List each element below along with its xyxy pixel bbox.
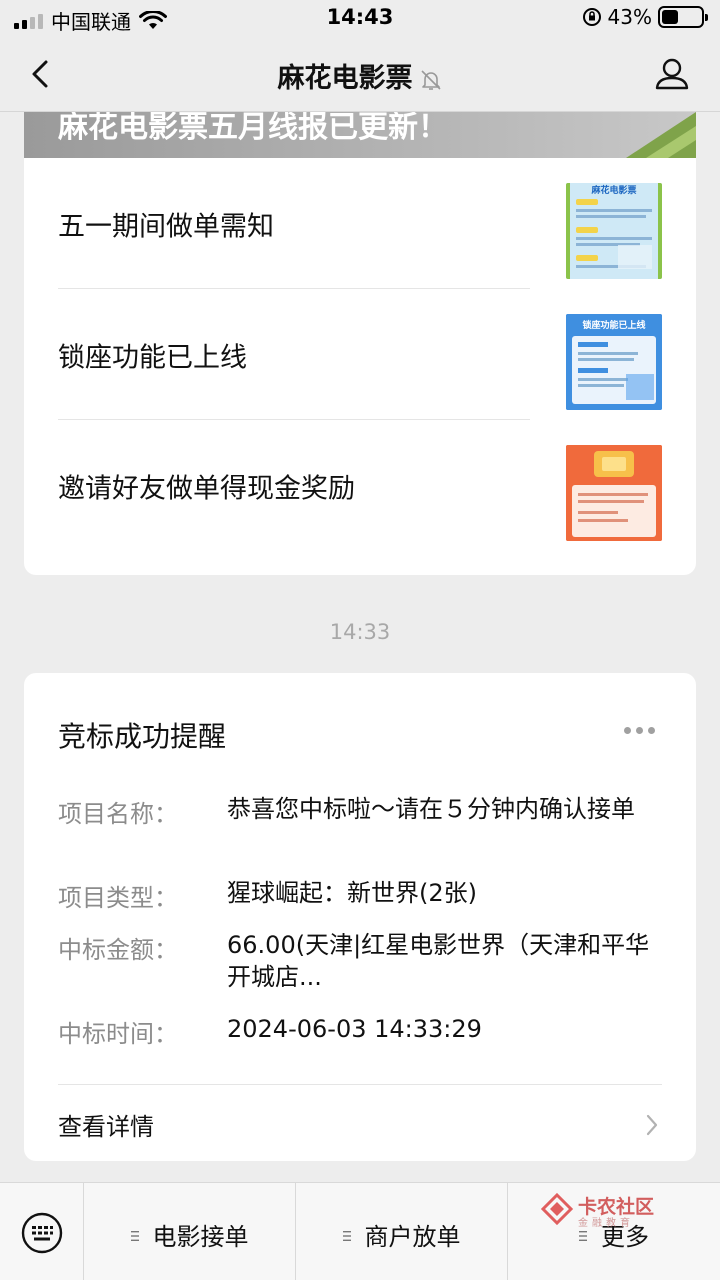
article-thumbnail: [566, 445, 662, 541]
thumbnail-caption: 麻花电影票: [590, 184, 636, 196]
message-timestamp: 14:33: [329, 620, 391, 644]
menu-list-icon: [130, 1231, 139, 1241]
article-title: 锁座功能已上线: [58, 342, 247, 373]
battery-percent: 43%: [607, 5, 652, 29]
battery-fill: [662, 10, 679, 24]
field-label: 中标时间：: [58, 1020, 178, 1048]
more-options-icon[interactable]: [624, 723, 658, 737]
article-item[interactable]: 邀请好友做单得现金奖励: [58, 420, 662, 551]
field-value: 66.00(天津|红星电影世界（天津和平华开城店...: [227, 931, 650, 991]
field-label: 中标金额：: [58, 936, 178, 964]
nav-bar: 麻花电影票: [0, 36, 720, 112]
menu-tab-label: 商户放单: [364, 1223, 461, 1251]
keyboard-icon: [21, 1212, 63, 1254]
watermark: 卡农社区 金融教育: [540, 1192, 670, 1232]
watermark-logo-icon: [540, 1192, 574, 1226]
article-card[interactable]: 麻花电影票五月线报已更新！ 五一期间做单需知 麻花电影票 锁座功能已上线 锁座功…: [24, 112, 696, 575]
field-label: 项目类型：: [58, 884, 178, 912]
watermark-subtext: 金融教育: [578, 1218, 634, 1229]
article-item[interactable]: 五一期间做单需知 麻花电影票: [58, 158, 662, 289]
mute-bell-icon: [420, 69, 441, 90]
article-item[interactable]: 锁座功能已上线 锁座功能已上线: [58, 289, 662, 420]
banner-text: 麻花电影票五月线报已更新！: [58, 112, 448, 145]
notice-title: 竞标成功提醒: [58, 720, 227, 753]
status-right: 43%: [582, 5, 708, 29]
view-details-link[interactable]: 查看详情: [58, 1085, 662, 1161]
menu-list-icon: [342, 1231, 351, 1241]
page-title-text: 麻花电影票: [277, 63, 413, 94]
banner-decoration: [626, 112, 696, 158]
profile-icon[interactable]: [652, 54, 692, 94]
chevron-right-icon: [646, 1114, 658, 1136]
article-thumbnail: 锁座功能已上线: [566, 314, 662, 410]
page-title: 麻花电影票: [0, 56, 720, 95]
field-value: 恭喜您中标啦～请在５分钟内确认接单: [227, 795, 635, 823]
status-bar: 中国联通 14:43 43%: [0, 0, 720, 36]
orientation-lock-icon: [582, 8, 601, 26]
menu-tab-merchant-orders[interactable]: 商户放单: [296, 1183, 508, 1280]
battery-icon: [658, 6, 708, 28]
menu-tab-label: 电影接单: [152, 1223, 249, 1251]
article-thumbnail: 麻花电影票: [566, 183, 662, 279]
field-value: 2024-06-03 14:33:29: [227, 1015, 482, 1043]
article-title: 五一期间做单需知: [58, 211, 274, 242]
notice-card[interactable]: 竞标成功提醒 项目名称： 恭喜您中标啦～请在５分钟内确认接单 项目类型： 猩球崛…: [24, 673, 696, 1161]
field-value: 猩球崛起：新世界(2张): [227, 879, 477, 907]
view-details-label: 查看详情: [58, 1113, 154, 1141]
article-title: 邀请好友做单得现金奖励: [58, 473, 355, 504]
menu-tab-movie-orders[interactable]: 电影接单: [84, 1183, 296, 1280]
field-label: 项目名称：: [58, 800, 178, 828]
keyboard-toggle-button[interactable]: [0, 1183, 84, 1280]
thumbnail-caption: 锁座功能已上线: [582, 319, 645, 331]
article-banner[interactable]: 麻花电影票五月线报已更新！: [24, 112, 696, 158]
